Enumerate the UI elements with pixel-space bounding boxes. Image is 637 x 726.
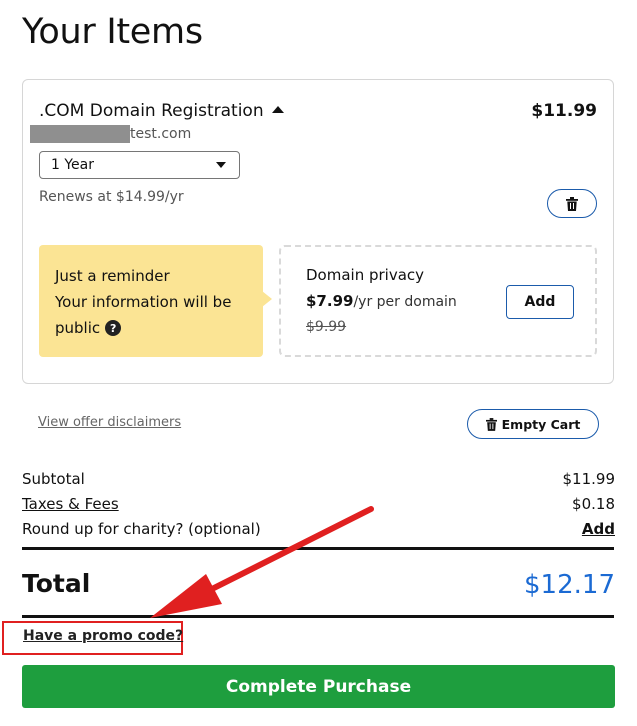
privacy-price-row: $7.99/yr per domain xyxy=(306,292,457,310)
renewal-price-text: Renews at $14.99/yr xyxy=(39,189,184,205)
reminder-title: Just a reminder xyxy=(55,267,170,285)
total-label: Total xyxy=(22,569,91,598)
privacy-reminder-box: Just a reminder Your information will be… xyxy=(39,245,263,357)
add-privacy-button[interactable]: Add xyxy=(506,285,574,319)
reminder-pointer xyxy=(262,291,272,307)
domain-name: test.com xyxy=(130,126,192,142)
reminder-text-public: public xyxy=(55,319,101,337)
taxes-fees-value: $0.18 xyxy=(572,495,615,513)
redacted-domain-block xyxy=(30,125,130,143)
empty-cart-button[interactable]: Empty Cart xyxy=(467,409,599,439)
subtotal-label: Subtotal xyxy=(22,470,85,488)
remove-item-button[interactable] xyxy=(547,189,597,218)
privacy-price-suffix: /yr per domain xyxy=(353,294,457,310)
privacy-title: Domain privacy xyxy=(306,266,425,284)
term-select[interactable]: 1 Year xyxy=(39,151,240,179)
promo-code-link[interactable]: Have a promo code? xyxy=(23,628,183,644)
domain-privacy-offer: Domain privacy $7.99/yr per domain $9.99… xyxy=(279,245,597,357)
subtotal-value: $11.99 xyxy=(562,470,616,488)
reminder-text-line2: public ? xyxy=(55,319,122,337)
empty-cart-label: Empty Cart xyxy=(501,416,581,432)
caret-up-icon[interactable] xyxy=(272,106,284,113)
view-offer-disclaimers-link[interactable]: View offer disclaimers xyxy=(38,415,181,430)
page-title: Your Items xyxy=(22,12,203,52)
summary-divider-bottom xyxy=(22,615,614,618)
trash-icon xyxy=(566,196,578,211)
taxes-fees-link[interactable]: Taxes & Fees xyxy=(22,495,119,513)
charity-add-link[interactable]: Add xyxy=(582,520,615,538)
help-circle-icon[interactable]: ? xyxy=(105,320,122,336)
item-price: $11.99 xyxy=(531,101,597,121)
charity-label: Round up for charity? (optional) xyxy=(22,520,261,538)
complete-purchase-button[interactable]: Complete Purchase xyxy=(22,665,615,708)
trash-icon xyxy=(485,417,497,431)
reminder-text-line1: Your information will be xyxy=(55,293,232,311)
summary-divider-top xyxy=(22,547,614,550)
caret-down-icon xyxy=(216,162,226,168)
term-select-value: 1 Year xyxy=(51,157,94,173)
total-value: $12.17 xyxy=(524,570,615,600)
privacy-price: $7.99 xyxy=(306,292,354,310)
privacy-old-price: $9.99 xyxy=(306,319,347,335)
item-name: .COM Domain Registration xyxy=(39,101,264,121)
